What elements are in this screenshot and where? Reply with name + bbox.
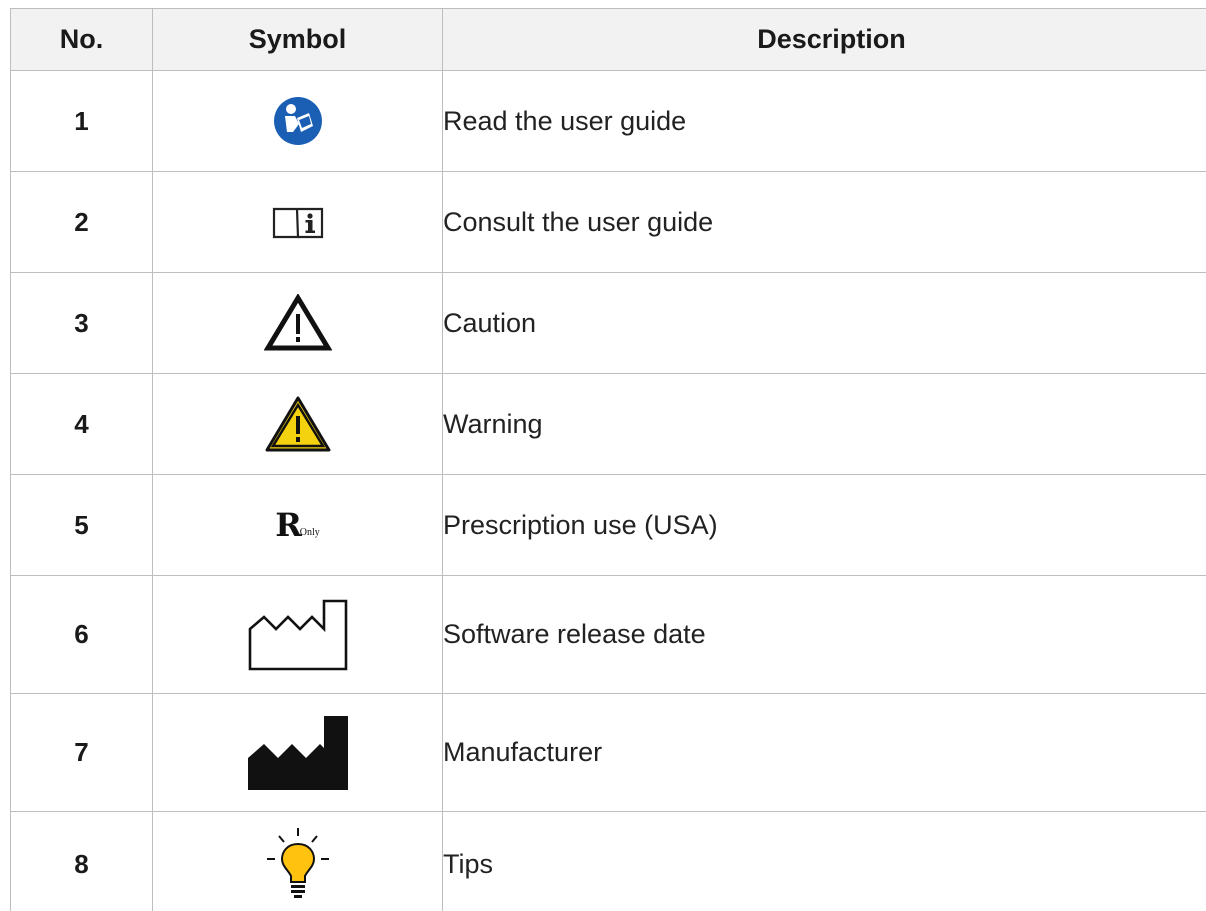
symbols-table: No. Symbol Description 1 Read the user g… xyxy=(10,8,1206,911)
release-date-factory-outline-icon xyxy=(246,597,350,673)
symbol-cell xyxy=(152,575,443,694)
description-cell: Read the user guide xyxy=(442,70,1206,172)
row-number: 1 xyxy=(10,70,153,172)
table-row: 1 Read the user guide xyxy=(10,70,1206,172)
description-cell: Consult the user guide xyxy=(442,171,1206,273)
caution-triangle-icon xyxy=(263,294,332,352)
lightbulb-icon xyxy=(263,826,333,902)
consult-user-guide-icon xyxy=(271,204,325,240)
rx-symbol-text: R xyxy=(275,506,302,544)
table-row: 5 R Only Prescription use (USA) xyxy=(10,474,1206,576)
table-row: 3 Caution xyxy=(10,272,1206,374)
row-number: 4 xyxy=(10,373,153,475)
description-cell: Tips xyxy=(442,811,1206,911)
symbol-cell xyxy=(152,373,443,475)
header-symbol: Symbol xyxy=(152,8,443,71)
symbol-cell xyxy=(152,811,443,911)
rx-only-icon: R Only xyxy=(275,506,320,544)
rx-only-text: Only xyxy=(299,527,320,538)
table-row: 7 Manufacturer xyxy=(10,693,1206,812)
row-number: 7 xyxy=(10,693,153,812)
header-description: Description xyxy=(442,8,1206,71)
description-cell: Software release date xyxy=(442,575,1206,694)
table-header-row: No. Symbol Description xyxy=(10,8,1206,71)
row-number: 6 xyxy=(10,575,153,694)
symbol-cell xyxy=(152,171,443,273)
symbol-cell xyxy=(152,70,443,172)
table-row: 4 Warning xyxy=(10,373,1206,475)
table-row: 6 Software release date xyxy=(10,575,1206,694)
row-number: 2 xyxy=(10,171,153,273)
read-user-guide-icon xyxy=(273,96,323,146)
description-cell: Warning xyxy=(442,373,1206,475)
header-no: No. xyxy=(10,8,153,71)
symbol-cell: R Only xyxy=(152,474,443,576)
symbol-cell xyxy=(152,693,443,812)
page: No. Symbol Description 1 Read the user g… xyxy=(0,0,1206,911)
table-row: 8 Tips xyxy=(10,811,1206,911)
row-number: 3 xyxy=(10,272,153,374)
row-number: 8 xyxy=(10,811,153,911)
row-number: 5 xyxy=(10,474,153,576)
description-cell: Manufacturer xyxy=(442,693,1206,812)
table-row: 2 Consult the user guide xyxy=(10,171,1206,273)
symbol-cell xyxy=(152,272,443,374)
manufacturer-factory-icon xyxy=(246,714,350,792)
description-cell: Prescription use (USA) xyxy=(442,474,1206,576)
warning-triangle-icon xyxy=(263,394,333,454)
description-cell: Caution xyxy=(442,272,1206,374)
